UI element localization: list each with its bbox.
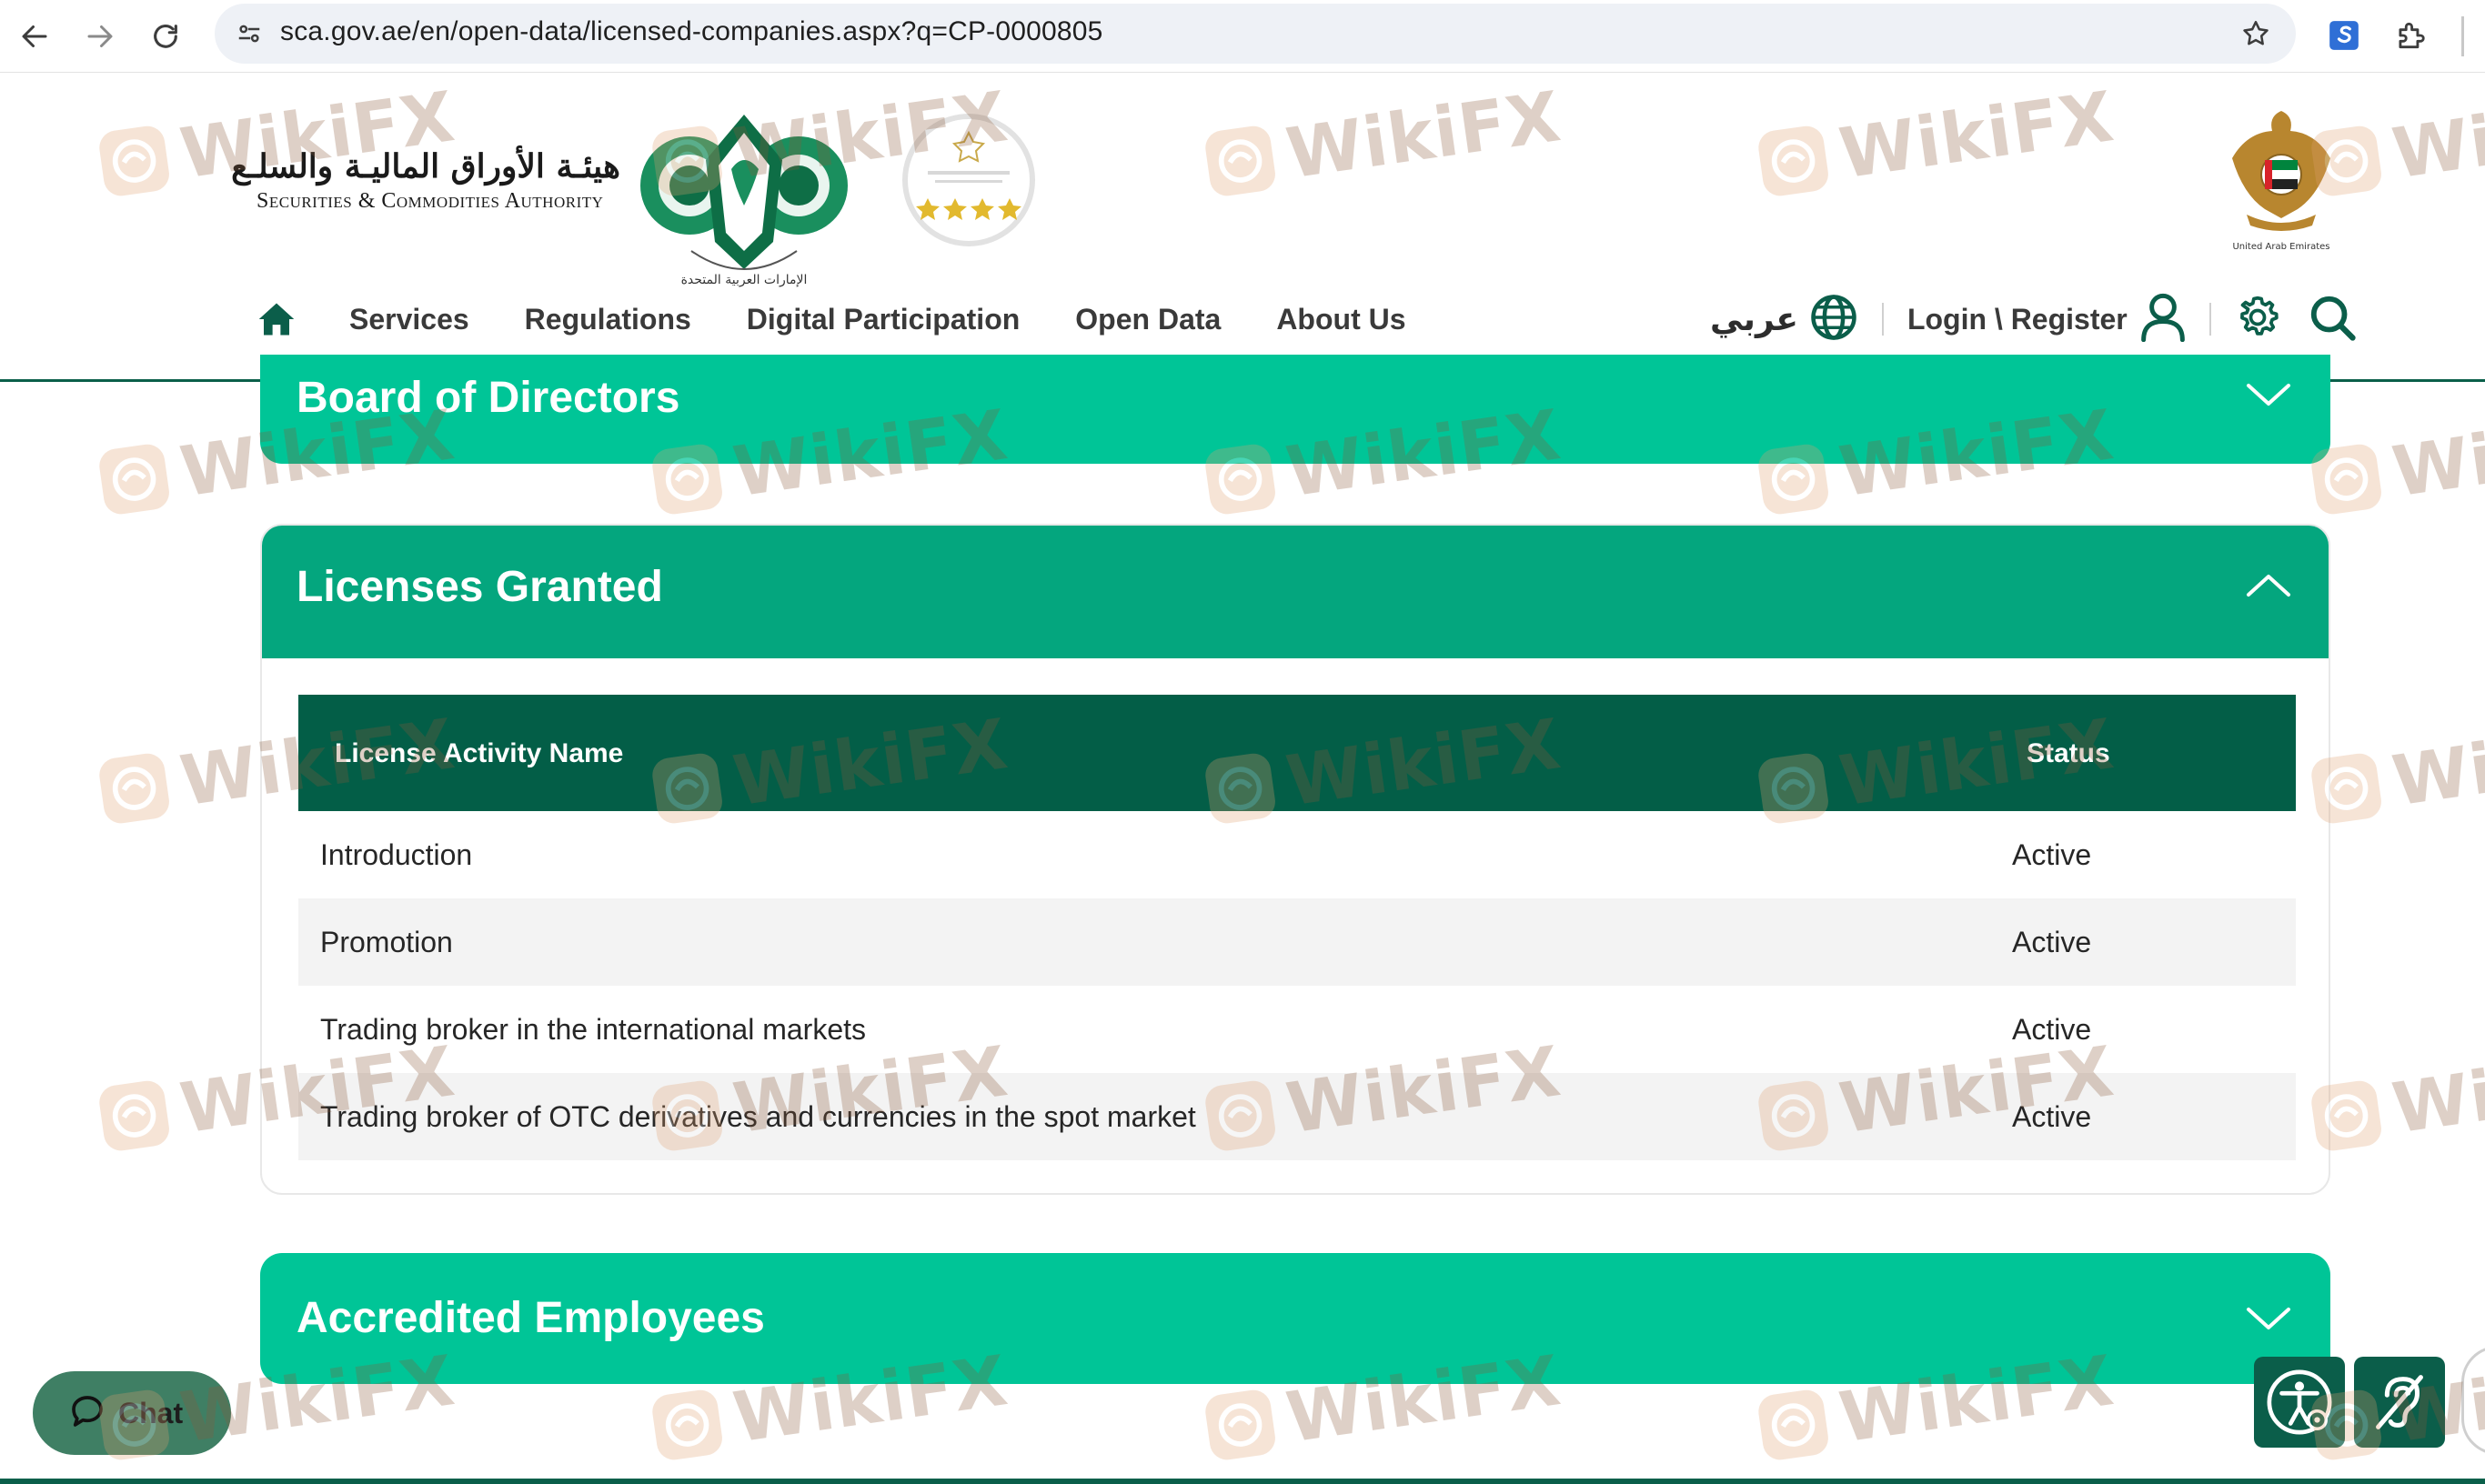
table-header-row: License Activity Name Status xyxy=(298,695,2296,811)
column-header-activity: License Activity Name xyxy=(335,738,624,768)
watermark-text: WikiFX xyxy=(2387,394,2485,513)
uae-caption: United Arab Emirates xyxy=(2232,242,2329,252)
activity-cell: Introduction xyxy=(320,838,473,871)
url-text[interactable]: sca.gov.ae/en/open-data/licensed-compani… xyxy=(280,16,1103,47)
wikifx-watermark: WikiFX xyxy=(2307,703,2485,833)
bookmark-star-icon[interactable] xyxy=(2236,14,2276,54)
nav-about-us[interactable]: About Us xyxy=(1276,303,1405,336)
licenses-granted-title: Licenses Granted xyxy=(297,563,663,611)
wikifx-watermark: WikiFX xyxy=(2307,394,2485,524)
activity-cell: Trading broker of OTC derivatives and cu… xyxy=(320,1100,1196,1133)
global-star-rating-badge-icon xyxy=(902,114,1035,246)
table-row: Trading broker in the international mark… xyxy=(298,986,2296,1073)
language-switch-label[interactable]: عربي xyxy=(1710,301,1798,338)
wikifx-logo-icon xyxy=(99,753,169,823)
utility-divider xyxy=(2208,303,2211,336)
licenses-granted-accordion[interactable]: Licenses Granted xyxy=(262,526,2329,658)
main-navigation: Services Regulations Digital Participati… xyxy=(255,287,1462,351)
watermark-text: WikiFX xyxy=(2387,703,2485,822)
chat-button[interactable]: Chat xyxy=(33,1371,231,1455)
settings-gear-icon[interactable] xyxy=(2235,295,2280,345)
utility-divider xyxy=(1881,303,1884,336)
chevron-down-icon[interactable] xyxy=(2243,1300,2294,1337)
emblem-caption: الإمارات العربية المتحدة xyxy=(681,273,808,287)
wikifx-logo-icon xyxy=(99,444,169,514)
board-of-directors-title: Board of Directors xyxy=(297,374,680,422)
status-cell: Active xyxy=(2012,926,2092,958)
home-icon[interactable] xyxy=(255,297,298,341)
sca-logo-english: Securities & Commodities Authority xyxy=(257,189,604,213)
chat-label: Chat xyxy=(118,1396,184,1429)
extension-s-icon[interactable] xyxy=(2321,13,2367,58)
address-bar[interactable]: sca.gov.ae/en/open-data/licensed-compani… xyxy=(215,4,2296,64)
board-of-directors-accordion[interactable]: Board of Directors xyxy=(260,355,2330,464)
activity-cell: Trading broker in the international mark… xyxy=(320,1013,866,1046)
status-cell: Active xyxy=(2012,1013,2092,1046)
license-table: License Activity Name Status Introductio… xyxy=(298,695,2296,1160)
hearing-assistance-button[interactable] xyxy=(2354,1357,2445,1448)
table-row: Introduction Active xyxy=(298,811,2296,898)
sca-logo[interactable]: هيئـة الأوراق الماليـة والسلـع Securitie… xyxy=(231,147,620,214)
activity-cell: Promotion xyxy=(320,926,453,958)
column-header-status: Status xyxy=(2027,738,2110,768)
chevron-up-icon[interactable] xyxy=(2243,567,2294,604)
licenses-granted-panel: Licenses Granted License Activity Name S… xyxy=(260,524,2330,1195)
wikifx-logo-icon xyxy=(1758,1389,1828,1459)
nav-services[interactable]: Services xyxy=(349,303,469,336)
watermark-text: WikiFX xyxy=(2387,1030,2485,1149)
page-bottom-border xyxy=(0,1479,2485,1484)
wikifx-logo-icon xyxy=(99,1080,169,1150)
site-header: هيئـة الأوراق الماليـة والسلـع Securitie… xyxy=(0,75,2485,382)
extensions-puzzle-icon[interactable] xyxy=(2388,13,2433,58)
table-row: Trading broker of OTC derivatives and cu… xyxy=(298,1073,2296,1160)
globe-icon[interactable] xyxy=(1809,293,1858,346)
accredited-employees-accordion[interactable]: Accredited Employees xyxy=(260,1253,2330,1384)
browser-toolbar: sca.gov.ae/en/open-data/licensed-compani… xyxy=(0,0,2485,73)
sca-logo-arabic: هيئـة الأوراق الماليـة والسلـع xyxy=(231,147,620,186)
accessibility-person-icon xyxy=(2267,1369,2332,1435)
nav-regulations[interactable]: Regulations xyxy=(525,303,691,336)
status-cell: Active xyxy=(2012,838,2092,871)
accessibility-button[interactable] xyxy=(2254,1357,2345,1448)
hearing-impaired-icon xyxy=(2376,1375,2423,1429)
wikifx-watermark: WikiFX xyxy=(2307,1030,2485,1160)
nav-digital-participation[interactable]: Digital Participation xyxy=(747,303,1020,336)
accredited-employees-title: Accredited Employees xyxy=(297,1294,765,1342)
table-row: Promotion Active xyxy=(298,898,2296,986)
reload-icon[interactable] xyxy=(142,13,189,60)
user-icon[interactable] xyxy=(2140,293,2186,346)
toolbar-divider xyxy=(2461,16,2464,56)
status-cell: Active xyxy=(2012,1100,2092,1133)
site-settings-icon[interactable] xyxy=(229,14,269,54)
back-icon[interactable] xyxy=(11,13,58,60)
uae-eagle-emblem-icon: United Arab Emirates xyxy=(2232,111,2330,252)
forward-icon[interactable] xyxy=(76,13,124,60)
chevron-down-icon[interactable] xyxy=(2243,376,2294,413)
chat-bubble-icon xyxy=(69,1393,106,1434)
utility-navigation: عربي Login \ Register xyxy=(1710,286,2357,353)
login-register-link[interactable]: Login \ Register xyxy=(1907,303,2128,336)
search-icon[interactable] xyxy=(2308,293,2357,346)
nav-open-data[interactable]: Open Data xyxy=(1075,303,1221,336)
side-widget-tab[interactable] xyxy=(2461,1346,2485,1455)
wikifx-logo-icon xyxy=(1205,1389,1275,1459)
wikifx-logo-icon xyxy=(652,1389,722,1459)
sca-falcon-emblem-icon[interactable]: الإمارات العربية المتحدة xyxy=(637,105,851,287)
